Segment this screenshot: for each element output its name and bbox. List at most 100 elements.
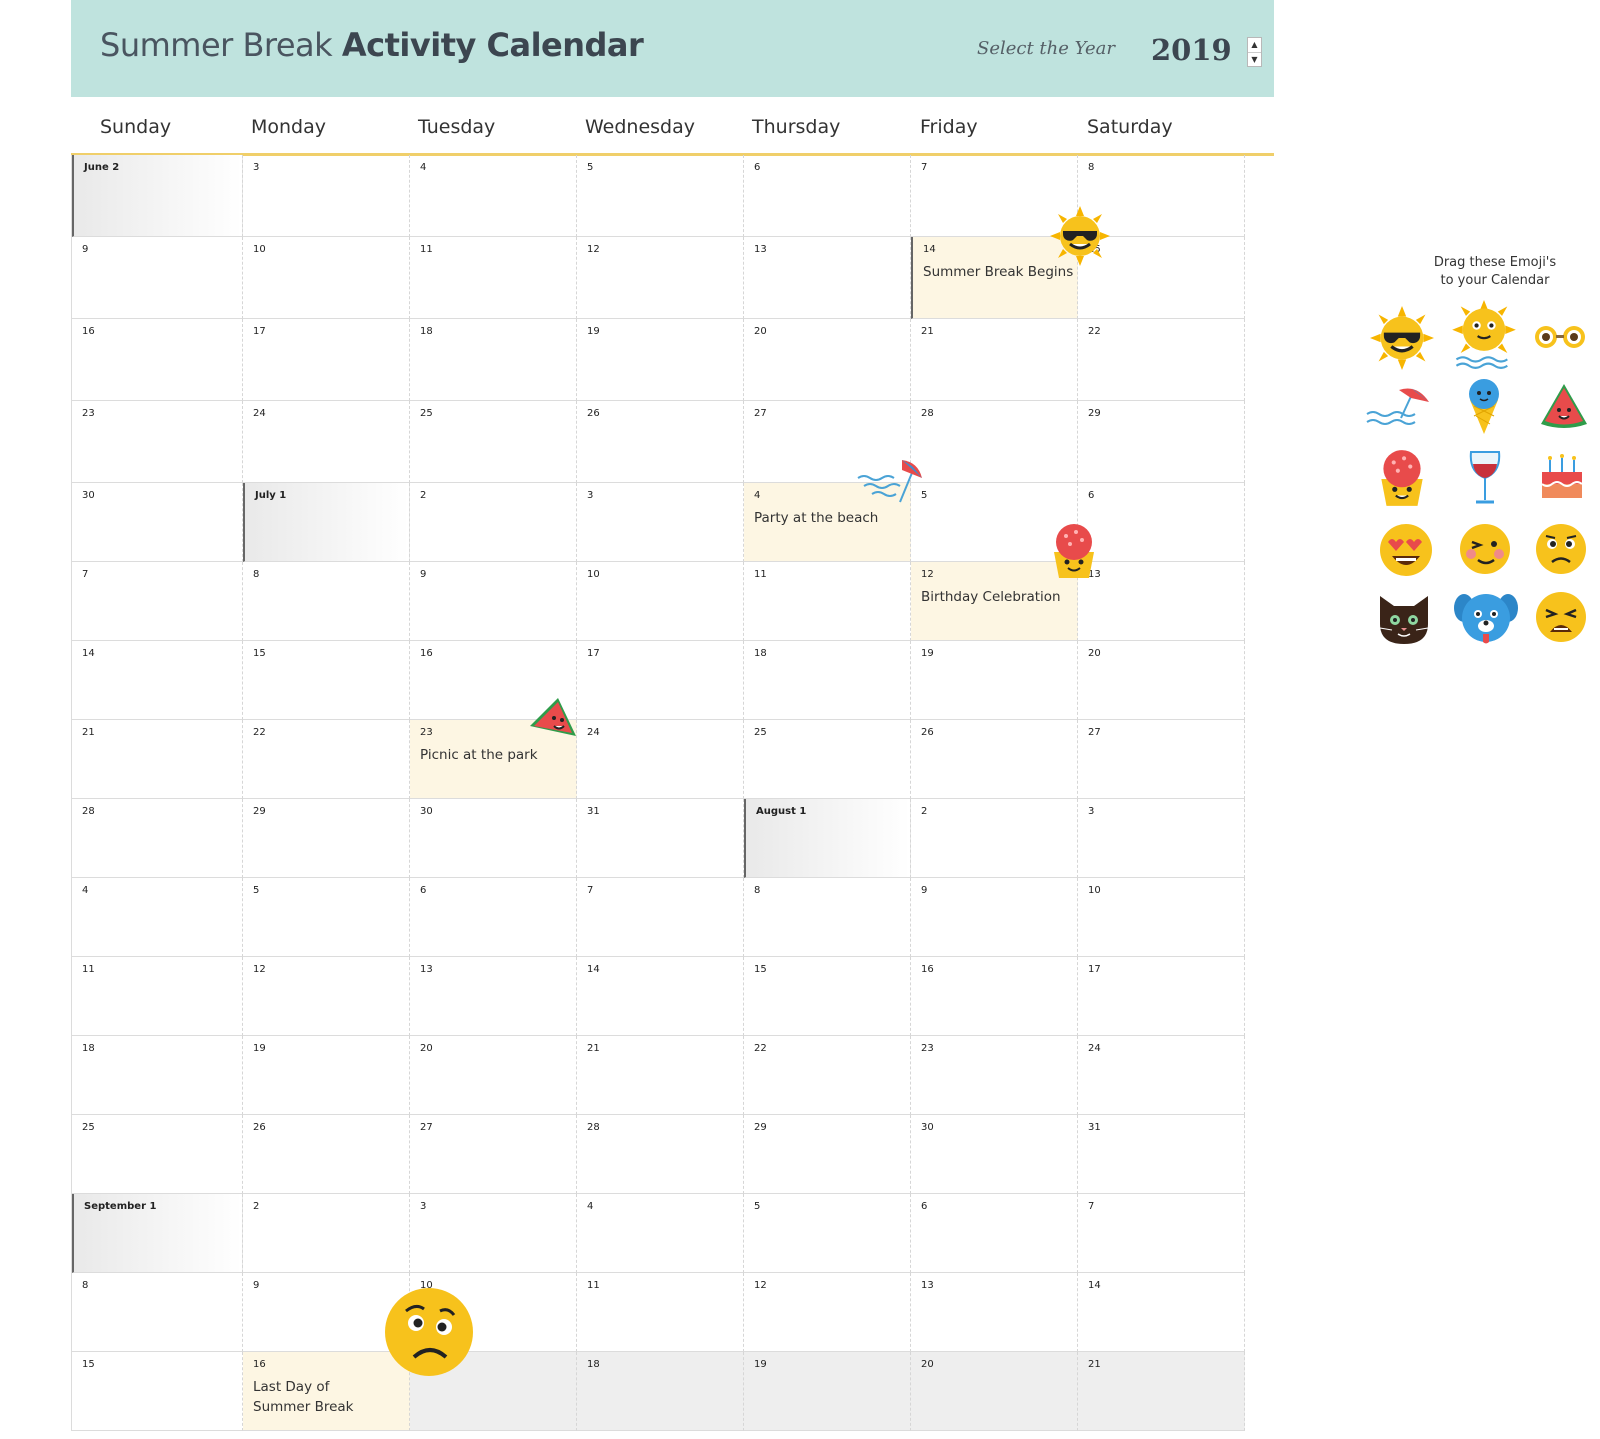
- day-cell[interactable]: 19: [577, 319, 744, 401]
- day-cell[interactable]: 23: [911, 1036, 1078, 1115]
- day-cell[interactable]: 17: [1078, 957, 1245, 1036]
- cupcake-emoji-icon[interactable]: [1374, 448, 1430, 510]
- cat-emoji-icon[interactable]: [1376, 590, 1432, 646]
- day-cell[interactable]: 20: [1078, 641, 1245, 720]
- day-cell[interactable]: 18: [72, 1036, 243, 1115]
- day-cell[interactable]: 13: [744, 237, 911, 319]
- day-cell[interactable]: 21: [1078, 1352, 1245, 1431]
- day-cell[interactable]: 27: [1078, 720, 1245, 799]
- day-cell[interactable]: 6: [1078, 483, 1245, 562]
- day-cell[interactable]: 18: [744, 641, 911, 720]
- day-cell[interactable]: 30: [72, 483, 243, 562]
- day-cell[interactable]: 3: [1078, 799, 1245, 878]
- day-cell[interactable]: 15: [744, 957, 911, 1036]
- day-cell[interactable]: 6: [911, 1194, 1078, 1273]
- birthday-cake-emoji-icon[interactable]: [1540, 454, 1584, 500]
- day-cell[interactable]: 25: [72, 1115, 243, 1194]
- day-cell[interactable]: 6: [744, 155, 911, 237]
- day-cell[interactable]: 11: [72, 957, 243, 1036]
- day-cell[interactable]: 26: [911, 720, 1078, 799]
- day-cell[interactable]: 31: [1078, 1115, 1245, 1194]
- day-cell[interactable]: 26: [243, 1115, 410, 1194]
- day-cell[interactable]: 8: [72, 1273, 243, 1352]
- day-cell[interactable]: 15: [243, 641, 410, 720]
- year-value[interactable]: 2019: [1151, 33, 1232, 67]
- wink-emoji-icon[interactable]: [1458, 522, 1512, 576]
- day-cell[interactable]: 2: [911, 799, 1078, 878]
- day-cell[interactable]: 10: [1078, 878, 1245, 957]
- sunglasses-sun-icon[interactable]: [1050, 206, 1110, 266]
- day-cell[interactable]: 20: [911, 1352, 1078, 1431]
- day-cell[interactable]: 14: [72, 641, 243, 720]
- day-cell[interactable]: 21: [72, 720, 243, 799]
- day-cell[interactable]: 11: [744, 562, 911, 641]
- spin-up-icon[interactable]: ▲: [1248, 38, 1261, 53]
- day-cell[interactable]: 21: [577, 1036, 744, 1115]
- worried-face-icon[interactable]: [384, 1287, 474, 1377]
- day-cell[interactable]: 13: [1078, 562, 1245, 641]
- day-cell[interactable]: August 1: [744, 799, 911, 878]
- day-cell[interactable]: 30: [911, 1115, 1078, 1194]
- day-cell[interactable]: 15: [72, 1352, 243, 1431]
- day-cell[interactable]: 9: [410, 562, 577, 641]
- day-cell[interactable]: 16: [72, 319, 243, 401]
- day-cell[interactable]: 13: [911, 1273, 1078, 1352]
- day-cell[interactable]: 4: [410, 155, 577, 237]
- day-cell[interactable]: 17: [243, 319, 410, 401]
- day-cell[interactable]: 19: [911, 641, 1078, 720]
- cupcake-icon[interactable]: [1048, 522, 1100, 582]
- day-cell[interactable]: 17: [577, 641, 744, 720]
- day-cell[interactable]: 23: [72, 401, 243, 483]
- day-cell[interactable]: 24: [1078, 1036, 1245, 1115]
- goggle-eyes-emoji-icon[interactable]: [1532, 324, 1588, 350]
- beach-umbrella-icon[interactable]: [856, 460, 926, 510]
- day-cell[interactable]: 10: [577, 562, 744, 641]
- day-cell[interactable]: 29: [1078, 401, 1245, 483]
- day-cell[interactable]: 16: [911, 957, 1078, 1036]
- day-cell[interactable]: 30: [410, 799, 577, 878]
- year-spinner[interactable]: ▲ ▼: [1247, 37, 1262, 67]
- day-cell[interactable]: 18: [577, 1352, 744, 1431]
- day-cell[interactable]: 27: [410, 1115, 577, 1194]
- ice-cream-emoji-icon[interactable]: [1466, 378, 1502, 434]
- day-cell[interactable]: 3: [410, 1194, 577, 1273]
- beach-umbrella-emoji-icon[interactable]: [1362, 384, 1438, 428]
- day-cell[interactable]: 25: [744, 720, 911, 799]
- day-cell[interactable]: 26: [577, 401, 744, 483]
- puppy-emoji-icon[interactable]: [1454, 588, 1518, 648]
- angry-cry-emoji-icon[interactable]: [1534, 590, 1588, 644]
- day-cell[interactable]: 12: [744, 1273, 911, 1352]
- day-cell[interactable]: 28: [911, 401, 1078, 483]
- spin-down-icon[interactable]: ▼: [1248, 53, 1261, 67]
- day-cell[interactable]: 7: [72, 562, 243, 641]
- day-cell[interactable]: 11: [410, 237, 577, 319]
- day-cell[interactable]: 2: [243, 1194, 410, 1273]
- wine-glass-emoji-icon[interactable]: [1468, 450, 1502, 506]
- day-cell[interactable]: September 1: [72, 1194, 243, 1273]
- day-cell[interactable]: 5: [577, 155, 744, 237]
- day-cell[interactable]: 5: [243, 878, 410, 957]
- day-cell[interactable]: 19: [243, 1036, 410, 1115]
- day-cell[interactable]: 11: [577, 1273, 744, 1352]
- day-cell[interactable]: 22: [1078, 319, 1245, 401]
- day-cell[interactable]: 19: [744, 1352, 911, 1431]
- day-cell[interactable]: 12: [577, 237, 744, 319]
- day-cell[interactable]: 7: [1078, 1194, 1245, 1273]
- day-cell[interactable]: July 1: [243, 483, 410, 562]
- day-cell[interactable]: 24: [243, 401, 410, 483]
- day-cell[interactable]: 22: [744, 1036, 911, 1115]
- day-cell[interactable]: 9: [911, 878, 1078, 957]
- day-cell[interactable]: 8: [243, 562, 410, 641]
- day-cell[interactable]: 28: [577, 1115, 744, 1194]
- day-cell[interactable]: 14: [577, 957, 744, 1036]
- day-cell[interactable]: 22: [243, 720, 410, 799]
- day-cell[interactable]: 12: [243, 957, 410, 1036]
- day-cell[interactable]: 29: [744, 1115, 911, 1194]
- day-cell[interactable]: 28: [72, 799, 243, 878]
- day-cell[interactable]: June 2: [72, 155, 243, 237]
- day-cell[interactable]: 13: [410, 957, 577, 1036]
- day-cell[interactable]: 7: [577, 878, 744, 957]
- day-cell[interactable]: 24: [577, 720, 744, 799]
- sunglasses-sun-emoji-icon[interactable]: [1370, 306, 1434, 370]
- day-cell[interactable]: 31: [577, 799, 744, 878]
